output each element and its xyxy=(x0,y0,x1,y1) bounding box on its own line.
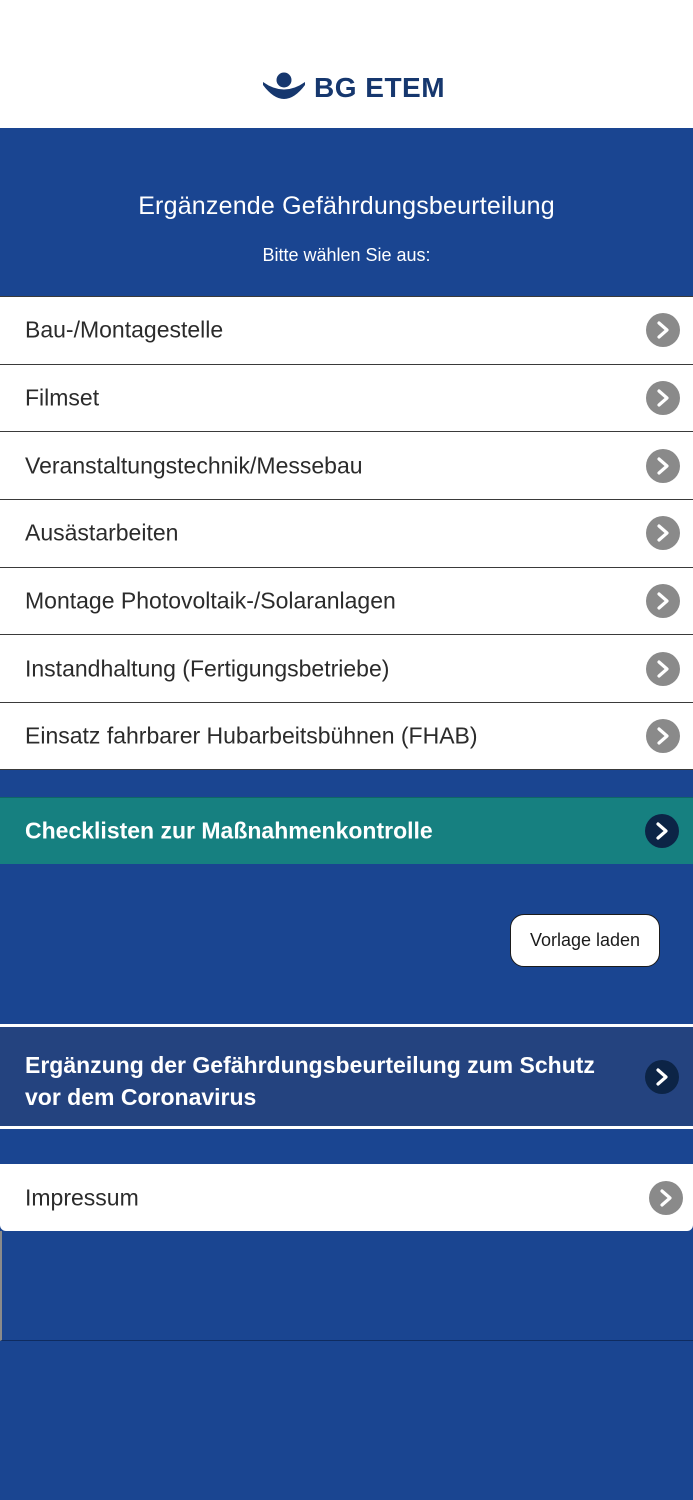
menu-item-photovoltaik[interactable]: Montage Photovoltaik-/Solaranlagen xyxy=(0,566,693,635)
corona-label: Ergänzung der Gefährdungsbeurteilung zum… xyxy=(25,1052,595,1110)
impressum-button[interactable]: Impressum xyxy=(0,1164,693,1231)
bg-etem-logo-icon xyxy=(263,72,305,99)
menu-item-instandhaltung[interactable]: Instandhaltung (Fertigungsbetriebe) xyxy=(0,634,693,703)
corona-button[interactable]: Ergänzung der Gefährdungsbeurteilung zum… xyxy=(0,1024,693,1129)
chevron-right-icon xyxy=(646,718,680,753)
menu-item-label: Montage Photovoltaik-/Solaranlagen xyxy=(25,587,396,614)
page-title: Ergänzende Gefährdungsbeurteilung xyxy=(138,192,555,220)
chevron-right-icon xyxy=(646,516,680,551)
chevron-right-icon xyxy=(646,651,680,686)
menu-item-label: Bau-/Montagestelle xyxy=(25,316,224,343)
page-header: Ergänzende Gefährdungsbeurteilung Bitte … xyxy=(0,128,693,296)
menu-item-bau-montagestelle[interactable]: Bau-/Montagestelle xyxy=(0,296,693,364)
menu-item-label: Einsatz fahrbarer Hubarbeitsbühnen (FHAB… xyxy=(25,722,478,749)
page-subtitle: Bitte wählen Sie aus: xyxy=(262,245,431,265)
chevron-right-icon xyxy=(646,448,680,483)
chevron-right-icon xyxy=(646,381,680,416)
chevron-right-icon xyxy=(646,584,680,619)
brand-name: BG ETEM xyxy=(314,72,446,103)
brand-logo: BG ETEM xyxy=(262,68,445,108)
chevron-right-icon xyxy=(645,814,679,848)
menu-item-label: Ausästarbeiten xyxy=(25,519,179,546)
menu-item-hubarbeitsbuehnen[interactable]: Einsatz fahrbarer Hubarbeitsbühnen (FHAB… xyxy=(0,702,693,770)
menu-item-filmset[interactable]: Filmset xyxy=(0,363,693,432)
menu-list: Bau-/Montagestelle Filmset Veranstaltung… xyxy=(0,296,693,770)
chevron-right-icon xyxy=(646,313,680,348)
top-bar: BG ETEM xyxy=(0,0,693,128)
chevron-right-icon xyxy=(649,1180,683,1215)
impressum-label: Impressum xyxy=(25,1184,139,1210)
vorlage-laden-button[interactable]: Vorlage laden xyxy=(510,914,660,967)
menu-item-ausaestarbeiten[interactable]: Ausästarbeiten xyxy=(0,499,693,567)
checklisten-label: Checklisten zur Maßnahmenkontrolle xyxy=(25,817,433,844)
menu-item-label: Veranstaltungstechnik/Messebau xyxy=(25,452,363,479)
menu-item-veranstaltungstechnik[interactable]: Veranstaltungstechnik/Messebau xyxy=(0,431,693,500)
menu-item-label: Filmset xyxy=(25,384,100,411)
footer-area xyxy=(0,1231,693,1341)
menu-item-label: Instandhaltung (Fertigungsbetriebe) xyxy=(25,655,390,682)
chevron-right-icon xyxy=(645,1059,679,1094)
checklisten-button[interactable]: Checklisten zur Maßnahmenkontrolle xyxy=(0,797,693,864)
